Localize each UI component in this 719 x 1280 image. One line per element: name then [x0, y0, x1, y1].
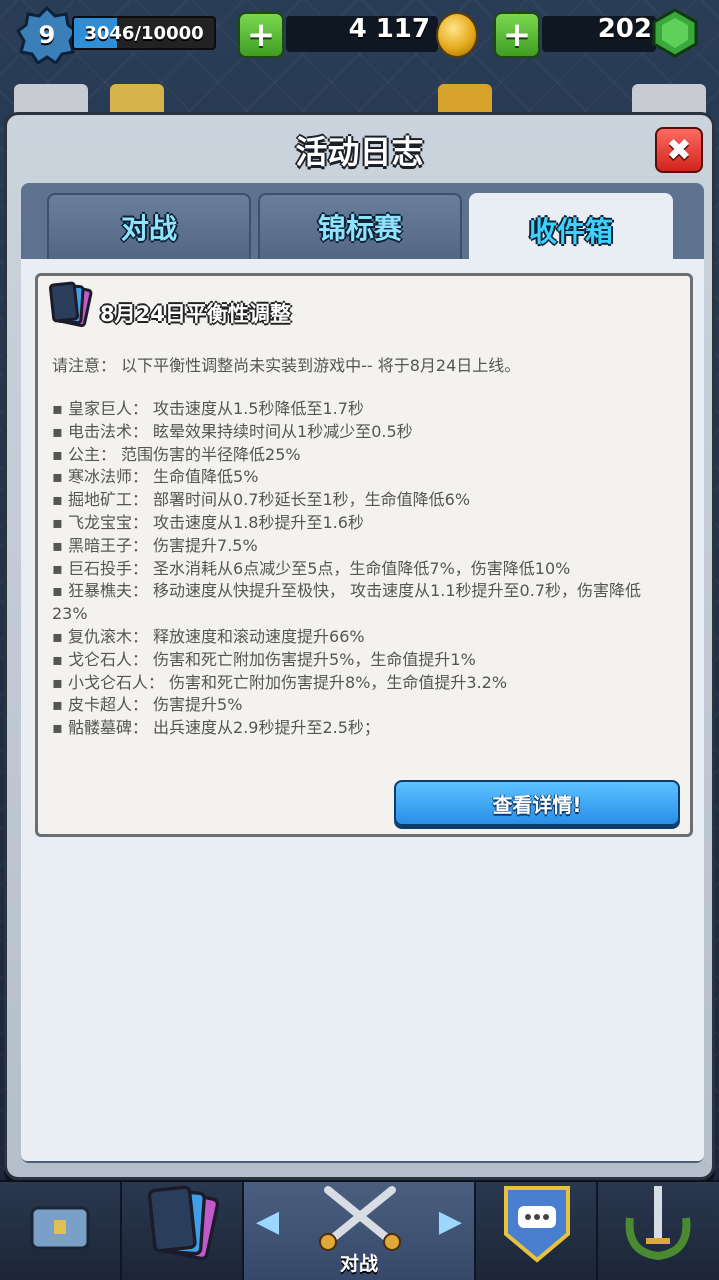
nav-battle[interactable]: ◀ ▶ 对战	[244, 1182, 476, 1280]
dialog-title: 活动日志	[295, 133, 424, 171]
nav-shop[interactable]	[0, 1182, 122, 1280]
bottom-navigation: ◀ ▶ 对战	[0, 1180, 719, 1280]
cards-icon	[48, 281, 93, 328]
gold-coin-icon	[436, 12, 478, 58]
close-button[interactable]: ✖	[655, 127, 703, 173]
balance-change-item: 皮卡超人： 伤害提升5%	[52, 694, 656, 717]
level-number: 9	[38, 21, 56, 49]
screen: 9 3046/10000 + 4 117 + 202 活动日志 ✖ 对战 锦标赛…	[0, 0, 719, 1280]
balance-change-item: 复仇滚木： 释放速度和滚动速度提升66%	[52, 626, 656, 649]
message-card: 8月24日平衡性调整 请注意： 以下平衡性调整尚未实装到游戏中-- 将于8月24…	[35, 273, 693, 837]
balance-change-item: 戈仑石人： 伤害和死亡附加伤害提升5%，生命值提升1%	[52, 649, 656, 672]
balance-change-item: 皇家巨人： 攻击速度从1.5秒降低至1.7秒	[52, 398, 656, 421]
nav-clan[interactable]	[476, 1182, 598, 1280]
buy-gems-button[interactable]: +	[494, 12, 540, 58]
balance-change-item: 掘地矿工： 部署时间从0.7秒延长至1秒，生命值降低6%	[52, 489, 656, 512]
balance-change-item: 电击法术： 眩晕效果持续时间从1秒减少至0.5秒	[52, 421, 656, 444]
view-details-button[interactable]: 查看详情!	[394, 780, 680, 826]
nav-cards[interactable]	[122, 1182, 244, 1280]
balance-change-item: 狂暴樵夫： 移动速度从快提升至极快， 攻击速度从1.1秒提升至0.7秒，伤害降低…	[52, 580, 656, 626]
buy-gold-button[interactable]: +	[238, 12, 284, 58]
clan-chat-icon	[504, 1186, 570, 1263]
balance-change-list: 皇家巨人： 攻击速度从1.5秒降低至1.7秒电击法术： 眩晕效果持续时间从1秒减…	[52, 398, 656, 740]
tab-inbox[interactable]: 收件箱	[469, 193, 673, 267]
nav-battle-label: 对战	[339, 1253, 378, 1275]
balance-change-item: 骷髅墓碑： 出兵速度从2.9秒提升至2.5秒；	[52, 717, 656, 740]
tab-tournament[interactable]: 锦标赛	[258, 193, 462, 261]
balance-change-item: 飞龙宝宝： 攻击速度从1.8秒提升至1.6秒	[52, 512, 656, 535]
balance-change-item: 寒冰法师： 生命值降低5%	[52, 466, 656, 489]
xp-text: 3046/10000	[84, 22, 204, 44]
top-status-bar: 9 3046/10000 + 4 117 + 202	[0, 0, 719, 80]
balance-change-item: 小戈仑石人： 伤害和死亡附加伤害提升8%，生命值提升3.2%	[52, 672, 656, 695]
gold-amount: 4 117	[348, 14, 430, 44]
balance-change-item: 巨石投手： 圣水消耗从6点减少至5点，生命值降低7%，伤害降低10%	[52, 558, 656, 581]
activity-log-dialog: 活动日志 ✖ 对战 锦标赛 收件箱 8月24日平衡性调整 请注意： 以下平衡性调…	[4, 112, 715, 1180]
deck-cards-icon	[147, 1185, 220, 1261]
balance-change-item: 黑暗王子： 伤害提升7.5%	[52, 535, 656, 558]
nav-right-arrow-icon[interactable]: ▶	[439, 1204, 462, 1239]
shop-chest-icon	[30, 1206, 90, 1250]
battle-swords-icon	[319, 1186, 401, 1251]
balance-change-item: 公主： 范围伤害的半径降低25%	[52, 444, 656, 467]
nav-tournament[interactable]	[598, 1182, 719, 1280]
message-title: 8月24日平衡性调整	[100, 302, 291, 326]
xp-bar: 3046/10000	[72, 16, 216, 50]
gem-icon	[652, 8, 698, 58]
gems-amount: 202	[597, 14, 652, 44]
tab-bar: 对战 锦标赛 收件箱	[33, 193, 673, 267]
tab-battle[interactable]: 对战	[47, 193, 251, 261]
message-notice: 请注意： 以下平衡性调整尚未实装到游戏中-- 将于8月24日上线。	[52, 356, 521, 375]
tournament-sword-icon	[625, 1186, 691, 1261]
nav-left-arrow-icon[interactable]: ◀	[256, 1204, 279, 1239]
